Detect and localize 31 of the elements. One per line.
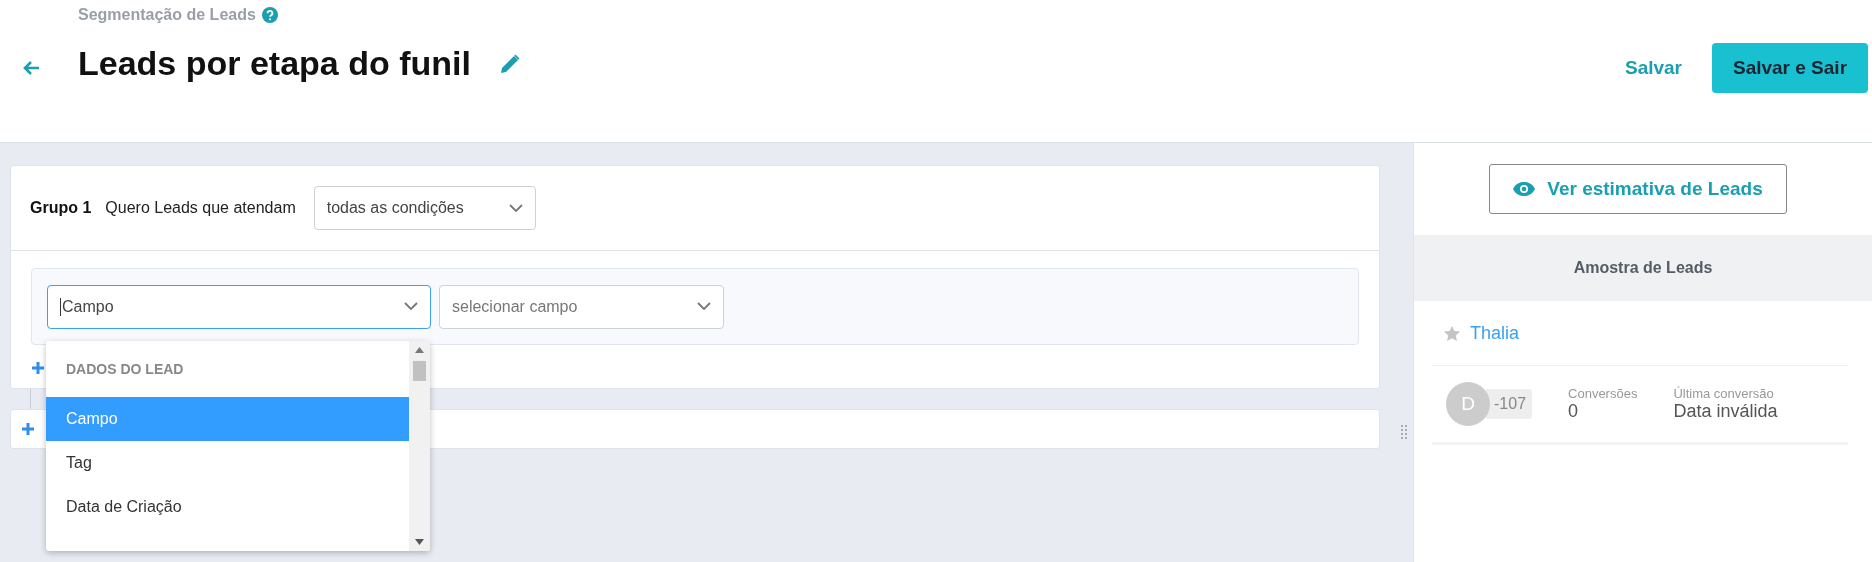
match-select[interactable]: todas as condições bbox=[313, 186, 536, 230]
stat-label: Conversões bbox=[1568, 386, 1638, 401]
operator-select[interactable]: selecionar campo bbox=[439, 284, 724, 329]
plus-icon[interactable] bbox=[21, 422, 35, 436]
drag-handle-icon[interactable] bbox=[1401, 424, 1407, 441]
save-and-exit-button[interactable]: Salvar e Sair bbox=[1712, 43, 1868, 93]
stat-value: Data inválida bbox=[1673, 401, 1778, 422]
back-arrow-icon bbox=[22, 60, 40, 76]
help-icon[interactable] bbox=[261, 7, 278, 23]
scroll-down-icon[interactable] bbox=[415, 539, 424, 545]
field-select[interactable]: Campo bbox=[47, 284, 431, 329]
plus-icon[interactable] bbox=[31, 361, 45, 375]
lead-score: -107 bbox=[1486, 389, 1533, 419]
scroll-up-icon[interactable] bbox=[415, 347, 424, 353]
group-prompt: Quero Leads que atendam bbox=[105, 199, 296, 217]
stat-value: 0 bbox=[1568, 401, 1580, 422]
scrollbar-thumb[interactable] bbox=[413, 361, 426, 381]
section-heading: DADOS DO LEAD bbox=[65, 360, 185, 379]
stat-label: Última conversão bbox=[1673, 386, 1775, 401]
chevron-icon bbox=[508, 203, 523, 213]
breadcrumb: Segmentação de Leads bbox=[78, 6, 256, 24]
scrollbar[interactable] bbox=[409, 341, 430, 551]
page-title: Leads por etapa do funil bbox=[78, 44, 471, 83]
field-value: Campo bbox=[60, 297, 114, 316]
chevron-icon bbox=[404, 302, 418, 311]
eye-icon bbox=[1513, 182, 1536, 196]
chevron-icon bbox=[697, 302, 711, 311]
star-icon[interactable] bbox=[1444, 325, 1460, 341]
sample-heading: Amostra de Leads bbox=[1414, 235, 1872, 301]
pencil-icon[interactable] bbox=[498, 52, 521, 75]
group-name: Grupo 1 bbox=[30, 199, 92, 217]
